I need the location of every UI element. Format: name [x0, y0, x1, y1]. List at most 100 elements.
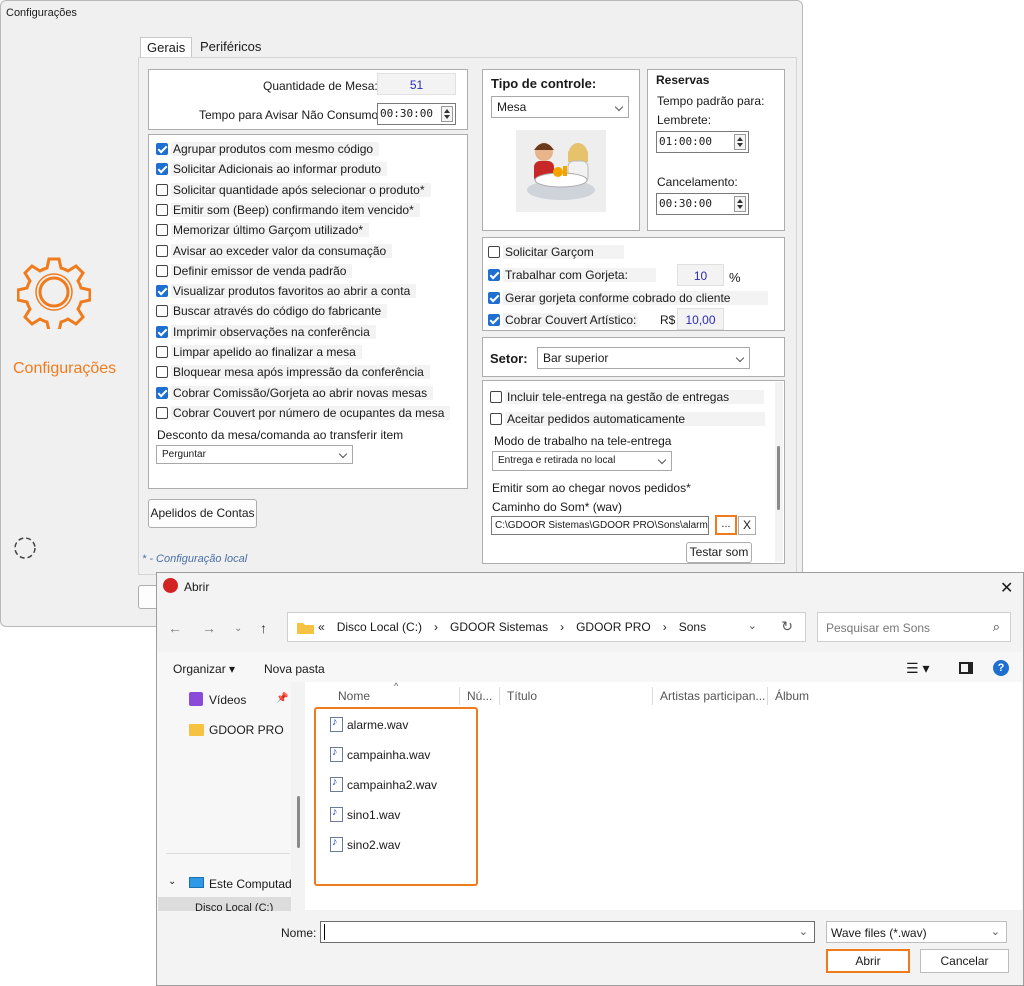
spin-arrows-icon[interactable] [441, 106, 453, 122]
filetype-dropdown[interactable]: Wave files (*.wav) ⌄ [826, 921, 1007, 943]
modo-value: Entrega e retirada no local [498, 455, 616, 466]
checkbox-box [156, 163, 168, 176]
option-checkbox[interactable]: Buscar através do código do fabricante [156, 303, 388, 319]
breadcrumb-item[interactable]: GDOOR Sistemas [450, 620, 548, 634]
view-options-icon[interactable]: ☰ ▾ [906, 660, 929, 677]
up-arrow-icon[interactable]: ↑ [260, 620, 267, 636]
option-checkbox[interactable]: Visualizar produtos favoritos ao abrir a… [156, 283, 417, 299]
cancelamento-spinbox[interactable]: 00:30:00 [656, 193, 749, 215]
filename-input[interactable]: ⌄ [320, 921, 815, 943]
window-title: Configurações [6, 7, 77, 19]
caminho-field[interactable]: C:\GDOOR Sistemas\GDOOR PRO\Sons\alarme. [491, 516, 709, 535]
nav-item-videos[interactable]: Vídeos [209, 693, 246, 707]
nav-item-disco-local[interactable]: Disco Local (C:) [158, 897, 291, 911]
cancel-button[interactable]: Cancelar [920, 949, 1009, 973]
organizar-menu[interactable]: Organizar ▾ [173, 662, 235, 676]
breadcrumb-item[interactable]: Disco Local (C:) [337, 620, 422, 634]
trabalhar-gorjeta-checkbox[interactable]: Trabalhar com Gorjeta: [488, 267, 656, 283]
checkbox-box [156, 203, 168, 216]
nav-item-este-computador[interactable]: Este Computador [209, 877, 291, 891]
chevron-down-icon[interactable]: ⌄ [748, 619, 757, 632]
restaurant-table-icon [516, 130, 606, 212]
tab-gerais[interactable]: Gerais [140, 37, 193, 57]
close-icon[interactable]: ✕ [1000, 578, 1013, 598]
spin-arrows-icon[interactable] [734, 196, 746, 212]
breadcrumb-separator-icon: › [662, 620, 667, 634]
checkbox-box [488, 246, 500, 258]
option-checkbox[interactable]: Cobrar Couvert por número de ocupantes d… [156, 405, 451, 421]
option-checkbox[interactable]: Bloquear mesa após impressão da conferên… [156, 364, 430, 380]
option-checkbox[interactable]: Solicitar quantidade após selecionar o p… [156, 182, 431, 198]
nav-item-gdoor-pro[interactable]: GDOOR PRO [209, 723, 284, 737]
setor-dropdown[interactable]: Bar superior [537, 347, 750, 369]
chevron-down-icon [614, 102, 624, 112]
breadcrumb-item[interactable]: « [318, 620, 325, 634]
open-button[interactable]: Abrir [826, 949, 910, 973]
option-checkbox[interactable]: Imprimir observações na conferência [156, 324, 376, 340]
column-divider[interactable] [767, 687, 768, 705]
option-checkbox[interactable]: Solicitar Adicionais ao informar produto [156, 161, 388, 177]
aceitar-pedidos-checkbox[interactable]: Aceitar pedidos automaticamente [490, 411, 766, 427]
solicitar-garcom-checkbox[interactable]: Solicitar Garçom [488, 244, 624, 260]
breadcrumb-item[interactable]: GDOOR PRO [576, 620, 651, 634]
option-checkbox[interactable]: Memorizar último Garçom utilizado* [156, 222, 370, 238]
quantidade-field[interactable]: 51 [377, 73, 456, 95]
column-divider[interactable] [499, 687, 500, 705]
option-label: Avisar ao exceder valor da consumação [171, 243, 393, 258]
back-arrow-icon[interactable]: ← [168, 620, 182, 636]
option-checkbox[interactable]: Limpar apelido ao finalizar a mesa [156, 344, 362, 360]
checkbox-box [490, 391, 502, 403]
incluir-tele-checkbox[interactable]: Incluir tele-entrega na gestão de entreg… [490, 389, 765, 405]
checkbox-box [488, 314, 500, 326]
cancelamento-label: Cancelamento: [657, 175, 738, 189]
chevron-down-icon [735, 353, 745, 363]
column-header[interactable]: Artistas participan... [660, 689, 765, 703]
cobrar-couvert-checkbox[interactable]: Cobrar Couvert Artístico: [488, 312, 639, 328]
lembrete-spinbox[interactable]: 01:00:00 [656, 131, 749, 153]
column-header[interactable]: Álbum [775, 689, 809, 703]
modo-dropdown[interactable]: Entrega e retirada no local [492, 451, 672, 471]
scrollbar-thumb[interactable] [777, 446, 780, 510]
filetype-value: Wave files (*.wav) [831, 926, 927, 940]
column-divider[interactable] [652, 687, 653, 705]
clear-path-button[interactable]: X [738, 516, 756, 535]
column-header[interactable]: Nú... [467, 689, 492, 703]
breadcrumb-item[interactable]: Sons [679, 620, 706, 634]
spin-arrows-icon[interactable] [734, 134, 746, 150]
option-checkbox[interactable]: Avisar ao exceder valor da consumação [156, 243, 393, 259]
column-header[interactable]: Nome [338, 689, 370, 703]
gerar-gorjeta-checkbox[interactable]: Gerar gorjeta conforme cobrado do client… [488, 290, 769, 306]
chevron-down-icon[interactable]: ⌄ [799, 925, 808, 938]
browse-button[interactable]: ... [715, 515, 737, 535]
breadcrumb-separator-icon: › [560, 620, 565, 634]
nova-pasta-button[interactable]: Nova pasta [264, 662, 325, 676]
forward-arrow-icon[interactable]: → [202, 620, 216, 636]
address-bar[interactable]: « Disco Local (C:) › GDOOR Sistemas › GDOOR P… [287, 612, 806, 642]
emitir-som-label: Emitir som ao chegar novos pedidos* [492, 481, 691, 495]
refresh-icon[interactable]: ↻ [781, 618, 793, 635]
preview-pane-icon[interactable] [959, 662, 973, 674]
column-header[interactable]: Título [507, 689, 537, 703]
option-checkbox[interactable]: Definir emissor de venda padrão [156, 263, 353, 279]
option-checkbox[interactable]: Emitir som (Beep) confirmando item venci… [156, 202, 420, 218]
apelidos-button[interactable]: Apelidos de Contas [148, 499, 257, 528]
desconto-dropdown[interactable]: Perguntar [156, 445, 353, 464]
tempo-spinbox[interactable]: 00:30:00 [377, 103, 456, 125]
expand-chevron-icon[interactable]: ⌄ [168, 876, 176, 887]
couvert-field[interactable]: 10,00 [677, 308, 724, 330]
config-footer-button[interactable] [138, 585, 158, 609]
help-icon[interactable]: ? [993, 660, 1009, 676]
option-checkbox[interactable]: Cobrar Comissão/Gorjeta ao abrir novas m… [156, 385, 434, 401]
search-input[interactable]: Pesquisar em Sons ⌕ [817, 612, 1011, 642]
gorjeta-field[interactable]: 10 [677, 264, 724, 286]
tab-perifericos[interactable]: Periféricos [194, 37, 267, 57]
scrollbar[interactable] [775, 382, 783, 562]
tipo-value: Mesa [497, 100, 527, 114]
recent-chevron-icon[interactable]: ⌄ [234, 623, 242, 634]
tipo-dropdown[interactable]: Mesa [491, 96, 629, 118]
tele-entrega-group [482, 380, 785, 564]
column-divider[interactable] [459, 687, 460, 705]
option-checkbox[interactable]: Agrupar produtos com mesmo código [156, 141, 380, 157]
testar-som-button[interactable]: Testar som [686, 542, 752, 563]
nav-scrollbar-thumb[interactable] [297, 796, 300, 848]
